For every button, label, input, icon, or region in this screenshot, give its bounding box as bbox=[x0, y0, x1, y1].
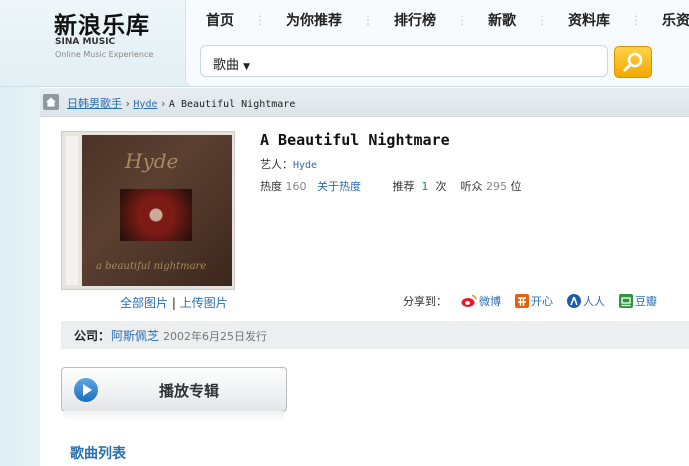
upload-image-link[interactable]: 上传图片 bbox=[180, 296, 228, 310]
heat-value: 160 bbox=[285, 180, 307, 193]
share-renren-button[interactable]: 人人 bbox=[567, 293, 605, 309]
play-icon-circle bbox=[74, 378, 98, 402]
nav-item-library[interactable]: 资料库 bbox=[548, 10, 630, 30]
all-images-link[interactable]: 全部图片 bbox=[120, 296, 168, 310]
heat-label: 热度 bbox=[260, 180, 282, 193]
cover-links-separator: | bbox=[171, 296, 176, 310]
release-date: 2002年6月25日发行 bbox=[163, 330, 267, 343]
recommend-unit: 次 bbox=[435, 180, 447, 193]
album-title: A Beautiful Nightmare bbox=[260, 131, 450, 149]
artist-label: 艺人： bbox=[260, 158, 293, 171]
share-renren-label: 人人 bbox=[583, 295, 605, 308]
nav-separator: ⋮ bbox=[630, 13, 642, 27]
share-douban-label: 豆瓣 bbox=[635, 295, 657, 308]
song-list-heading: 歌曲列表 bbox=[70, 446, 126, 462]
play-icon bbox=[83, 384, 92, 396]
nav-item-new-songs[interactable]: 新歌 bbox=[468, 10, 536, 30]
search-input[interactable] bbox=[261, 49, 595, 73]
breadcrumb-category-link[interactable]: 日韩男歌手 bbox=[67, 97, 122, 110]
search-icon bbox=[623, 52, 643, 72]
listeners-unit: 位 bbox=[510, 180, 522, 193]
cover-art-image bbox=[120, 189, 192, 241]
nav-separator: ⋮ bbox=[362, 13, 374, 27]
breadcrumb-separator: › bbox=[125, 97, 130, 110]
search-box: 歌曲 ▼ bbox=[200, 45, 608, 77]
cover-art: Hyde a beautiful nightmare bbox=[82, 135, 232, 286]
cover-spine bbox=[66, 136, 78, 285]
recommend-count: 1 bbox=[421, 180, 429, 193]
breadcrumb-current: A Beautiful Nightmare bbox=[168, 99, 296, 110]
recommend-label: 推荐 bbox=[392, 180, 415, 193]
renren-icon bbox=[567, 294, 581, 308]
company-label: 公司： bbox=[74, 329, 111, 343]
play-button-reflection bbox=[63, 411, 283, 421]
album-artist: 艺人：Hyde bbox=[260, 156, 317, 172]
logo-subtitle: SINA MUSIC bbox=[55, 37, 116, 47]
nav-item-news[interactable]: 乐资讯 bbox=[642, 10, 689, 30]
about-heat-link[interactable]: 关于热度 bbox=[317, 180, 361, 193]
play-album-button[interactable]: 播放专辑 bbox=[61, 367, 287, 412]
cover-links: 全部图片 | 上传图片 bbox=[120, 294, 228, 311]
logo-text[interactable]: 新浪乐库 bbox=[54, 6, 150, 40]
search-type-dropdown[interactable]: 歌曲 ▼ bbox=[213, 54, 250, 73]
share-douban-button[interactable]: 豆瓣 bbox=[619, 293, 657, 309]
nav-separator: ⋮ bbox=[254, 13, 266, 27]
breadcrumb-trail: 日韩男歌手 › Hyde › A Beautiful Nightmare bbox=[67, 95, 295, 111]
weibo-icon bbox=[461, 294, 477, 307]
breadcrumb-artist-link[interactable]: Hyde bbox=[133, 99, 157, 110]
company-bar: 公司： 阿斯佩芝 2002年6月25日发行 bbox=[61, 321, 689, 349]
share-weibo-label: 微博 bbox=[479, 295, 501, 308]
nav-separator: ⋮ bbox=[536, 13, 548, 27]
nav-item-charts[interactable]: 排行榜 bbox=[374, 10, 456, 30]
artist-link[interactable]: Hyde bbox=[293, 160, 317, 171]
dropdown-arrow-icon: ▼ bbox=[243, 62, 251, 72]
listeners-label: 听众 bbox=[460, 180, 483, 193]
nav-panel: 首页 ⋮ 为你推荐 ⋮ 排行榜 ⋮ 新歌 ⋮ 资料库 ⋮ 乐资讯 歌曲 ▼ bbox=[185, 0, 689, 86]
cover-art-title-text: a beautiful nightmare bbox=[96, 261, 207, 272]
breadcrumb-separator: › bbox=[161, 97, 166, 110]
search-button[interactable] bbox=[614, 46, 652, 78]
share-kaixin-label: 开心 bbox=[531, 295, 553, 308]
share-weibo-button[interactable]: 微博 bbox=[461, 293, 501, 309]
site-header: 新浪乐库 SINA MUSIC Online Music Experience … bbox=[0, 0, 689, 87]
logo-tagline: Online Music Experience bbox=[55, 50, 154, 59]
home-icon[interactable] bbox=[43, 94, 59, 110]
nav-separator: ⋮ bbox=[456, 13, 468, 27]
share-kaixin-button[interactable]: 开心 bbox=[515, 293, 553, 309]
album-cover[interactable]: Hyde a beautiful nightmare bbox=[61, 131, 235, 290]
nav-item-home[interactable]: 首页 bbox=[186, 10, 254, 30]
nav-item-recommend[interactable]: 为你推荐 bbox=[266, 10, 362, 30]
kaixin-icon bbox=[515, 294, 529, 308]
share-bar: 分享到： 微博 开心 人人 豆瓣 bbox=[403, 293, 657, 309]
share-label: 分享到： bbox=[403, 295, 447, 308]
album-stats: 热度 160 关于热度 推荐 1 次 听众 295 位 bbox=[260, 178, 521, 194]
search-type-label: 歌曲 bbox=[213, 58, 240, 73]
company-link[interactable]: 阿斯佩芝 bbox=[111, 327, 159, 344]
play-album-label: 播放专辑 bbox=[159, 382, 220, 400]
main-nav: 首页 ⋮ 为你推荐 ⋮ 排行榜 ⋮ 新歌 ⋮ 资料库 ⋮ 乐资讯 bbox=[186, 0, 689, 40]
cover-art-artist-text: Hyde bbox=[125, 149, 179, 173]
listeners-count: 295 bbox=[485, 180, 507, 193]
douban-icon bbox=[619, 294, 633, 308]
breadcrumb: 日韩男歌手 › Hyde › A Beautiful Nightmare bbox=[40, 88, 689, 117]
